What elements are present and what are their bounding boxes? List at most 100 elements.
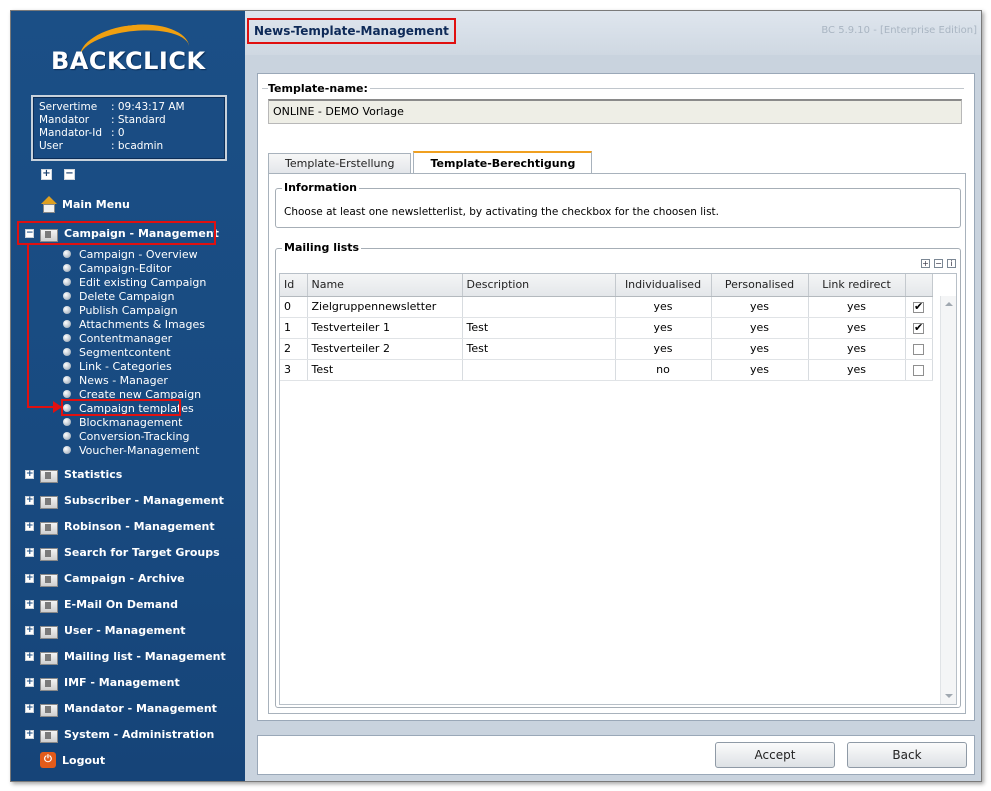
column-header-id[interactable]: Id	[280, 274, 308, 297]
highlight-frame	[61, 399, 181, 416]
cell-name: Testverteiler 2	[307, 338, 463, 360]
application-window: BACKCLICK Servertime: 09:43:17 AM Mandat…	[10, 10, 982, 782]
sub-label: Publish Campaign	[79, 303, 178, 317]
nav-logout[interactable]: ⏻ Logout	[11, 750, 105, 770]
row-checkbox[interactable]	[913, 321, 924, 334]
info-row-mandator-id: Mandator-Id: 0	[39, 127, 219, 140]
expand-icon[interactable]: +	[25, 729, 34, 739]
sub-voucher-management[interactable]: Voucher-Management	[63, 443, 199, 457]
column-header-link-redirect[interactable]: Link redirect	[808, 274, 906, 297]
folder-icon	[40, 650, 58, 665]
vertical-scrollbar[interactable]	[940, 296, 956, 704]
template-name-field[interactable]: ONLINE - DEMO Vorlage	[268, 99, 962, 124]
sub-segmentcontent[interactable]: Segmentcontent	[63, 345, 171, 359]
sub-blockmanagement[interactable]: Blockmanagement	[63, 415, 182, 429]
tab-template-erstellung[interactable]: Template-Erstellung	[268, 153, 412, 173]
server-info-box: Servertime: 09:43:17 AM Mandator: Standa…	[31, 95, 227, 161]
expand-icon[interactable]: +	[25, 651, 34, 661]
sub-delete-campaign[interactable]: Delete Campaign	[63, 289, 175, 303]
sub-campaign-overview[interactable]: Campaign - Overview	[63, 247, 198, 261]
version-label: BC 5.9.10 - [Enterprise Edition]	[821, 25, 977, 36]
cell-id: 0	[280, 296, 308, 318]
info-icon[interactable]: i	[947, 259, 956, 268]
sub-conversion-tracking[interactable]: Conversion-Tracking	[63, 429, 189, 443]
table-row[interactable]: 3 Test no yes yes	[280, 359, 933, 381]
bullet-icon	[63, 362, 71, 370]
folder-icon	[40, 572, 58, 587]
nav-user-management[interactable]: + User - Management	[11, 620, 186, 640]
table-row[interactable]: 0 Zielgruppennewsletter yes yes yes	[280, 296, 933, 318]
column-header-description[interactable]: Description	[462, 274, 616, 297]
row-checkbox[interactable]	[913, 364, 924, 376]
row-checkbox[interactable]	[913, 300, 924, 313]
cell-name: Testverteiler 1	[307, 317, 463, 339]
nav-label: IMF - Management	[64, 675, 180, 689]
folder-icon	[40, 598, 58, 613]
nav-mailing-list-management[interactable]: + Mailing list - Management	[11, 646, 226, 666]
expand-icon[interactable]: +	[921, 259, 930, 268]
nav-main-menu[interactable]: Main Menu	[11, 194, 130, 214]
back-button[interactable]: Back	[847, 742, 967, 768]
sub-label: Link - Categories	[79, 359, 172, 373]
sub-link-categories[interactable]: Link - Categories	[63, 359, 172, 373]
expand-icon[interactable]: +	[25, 521, 34, 531]
sub-edit-existing-campaign[interactable]: Edit existing Campaign	[63, 275, 206, 289]
row-checkbox[interactable]	[913, 343, 924, 355]
column-header-name[interactable]: Name	[307, 274, 463, 297]
cell-link-redirect: yes	[808, 359, 906, 381]
tab-template-berechtigung[interactable]: Template-Berechtigung	[413, 151, 593, 174]
nav-label: Main Menu	[62, 197, 130, 211]
title-bar: News-Template-Management BC 5.9.10 - [En…	[245, 11, 981, 55]
cell-name: Zielgruppennewsletter	[307, 296, 463, 318]
cell-description	[462, 296, 616, 318]
nav-subscriber-management[interactable]: + Subscriber - Management	[11, 490, 224, 510]
expand-icon[interactable]: +	[25, 599, 34, 609]
scroll-up-icon[interactable]	[945, 302, 953, 306]
cell-description	[462, 359, 616, 381]
table-row[interactable]: 1 Testverteiler 1 Test yes yes yes	[280, 317, 933, 339]
sub-campaign-editor[interactable]: Campaign-Editor	[63, 261, 171, 275]
sub-label: News - Manager	[79, 373, 168, 387]
expand-icon[interactable]: +	[25, 547, 34, 557]
folder-icon	[40, 494, 58, 509]
nav-mandator-management[interactable]: + Mandator - Management	[11, 698, 217, 718]
table-row[interactable]: 2 Testverteiler 2 Test yes yes yes	[280, 338, 933, 360]
bullet-icon	[63, 432, 71, 440]
expand-icon[interactable]: +	[25, 703, 34, 713]
expand-icon[interactable]: +	[25, 625, 34, 635]
scroll-down-icon[interactable]	[945, 694, 953, 698]
folder-icon	[40, 676, 58, 691]
accept-button[interactable]: Accept	[715, 742, 835, 768]
expand-icon[interactable]: +	[25, 495, 34, 505]
sub-attachments-images[interactable]: Attachments & Images	[63, 317, 205, 331]
folder-icon	[40, 728, 58, 743]
nav-imf-management[interactable]: + IMF - Management	[11, 672, 180, 692]
nav-email-on-demand[interactable]: + E-Mail On Demand	[11, 594, 178, 614]
nav-label: Mailing list - Management	[64, 649, 226, 663]
expand-icon[interactable]: +	[25, 469, 34, 479]
collapse-all-icon[interactable]: −	[64, 169, 75, 180]
nav-campaign-archive[interactable]: + Campaign - Archive	[11, 568, 185, 588]
expand-all-icon[interactable]: +	[41, 169, 52, 180]
sub-label: Blockmanagement	[79, 415, 183, 429]
folder-icon	[40, 702, 58, 717]
nav-statistics[interactable]: + Statistics	[11, 464, 122, 484]
mailing-lists-table: Id Name Description Individualised Perso…	[280, 274, 933, 381]
cell-personalised: yes	[711, 338, 809, 360]
nav-robinson-management[interactable]: + Robinson - Management	[11, 516, 215, 536]
expand-icon[interactable]: +	[25, 573, 34, 583]
info-value: : 0	[111, 127, 125, 139]
cell-link-redirect: yes	[808, 317, 906, 339]
nav-system-administration[interactable]: + System - Administration	[11, 724, 214, 744]
collapse-icon[interactable]: −	[934, 259, 943, 268]
bullet-icon	[63, 390, 71, 398]
sub-publish-campaign[interactable]: Publish Campaign	[63, 303, 178, 317]
sub-news-manager[interactable]: News - Manager	[63, 373, 168, 387]
nav-search-target-groups[interactable]: + Search for Target Groups	[11, 542, 220, 562]
mailing-lists-grid: Id Name Description Individualised Perso…	[279, 273, 957, 705]
sub-contentmanager[interactable]: Contentmanager	[63, 331, 172, 345]
cell-select	[905, 317, 933, 339]
expand-icon[interactable]: +	[25, 677, 34, 687]
column-header-personalised[interactable]: Personalised	[711, 274, 809, 297]
column-header-individualised[interactable]: Individualised	[615, 274, 712, 297]
